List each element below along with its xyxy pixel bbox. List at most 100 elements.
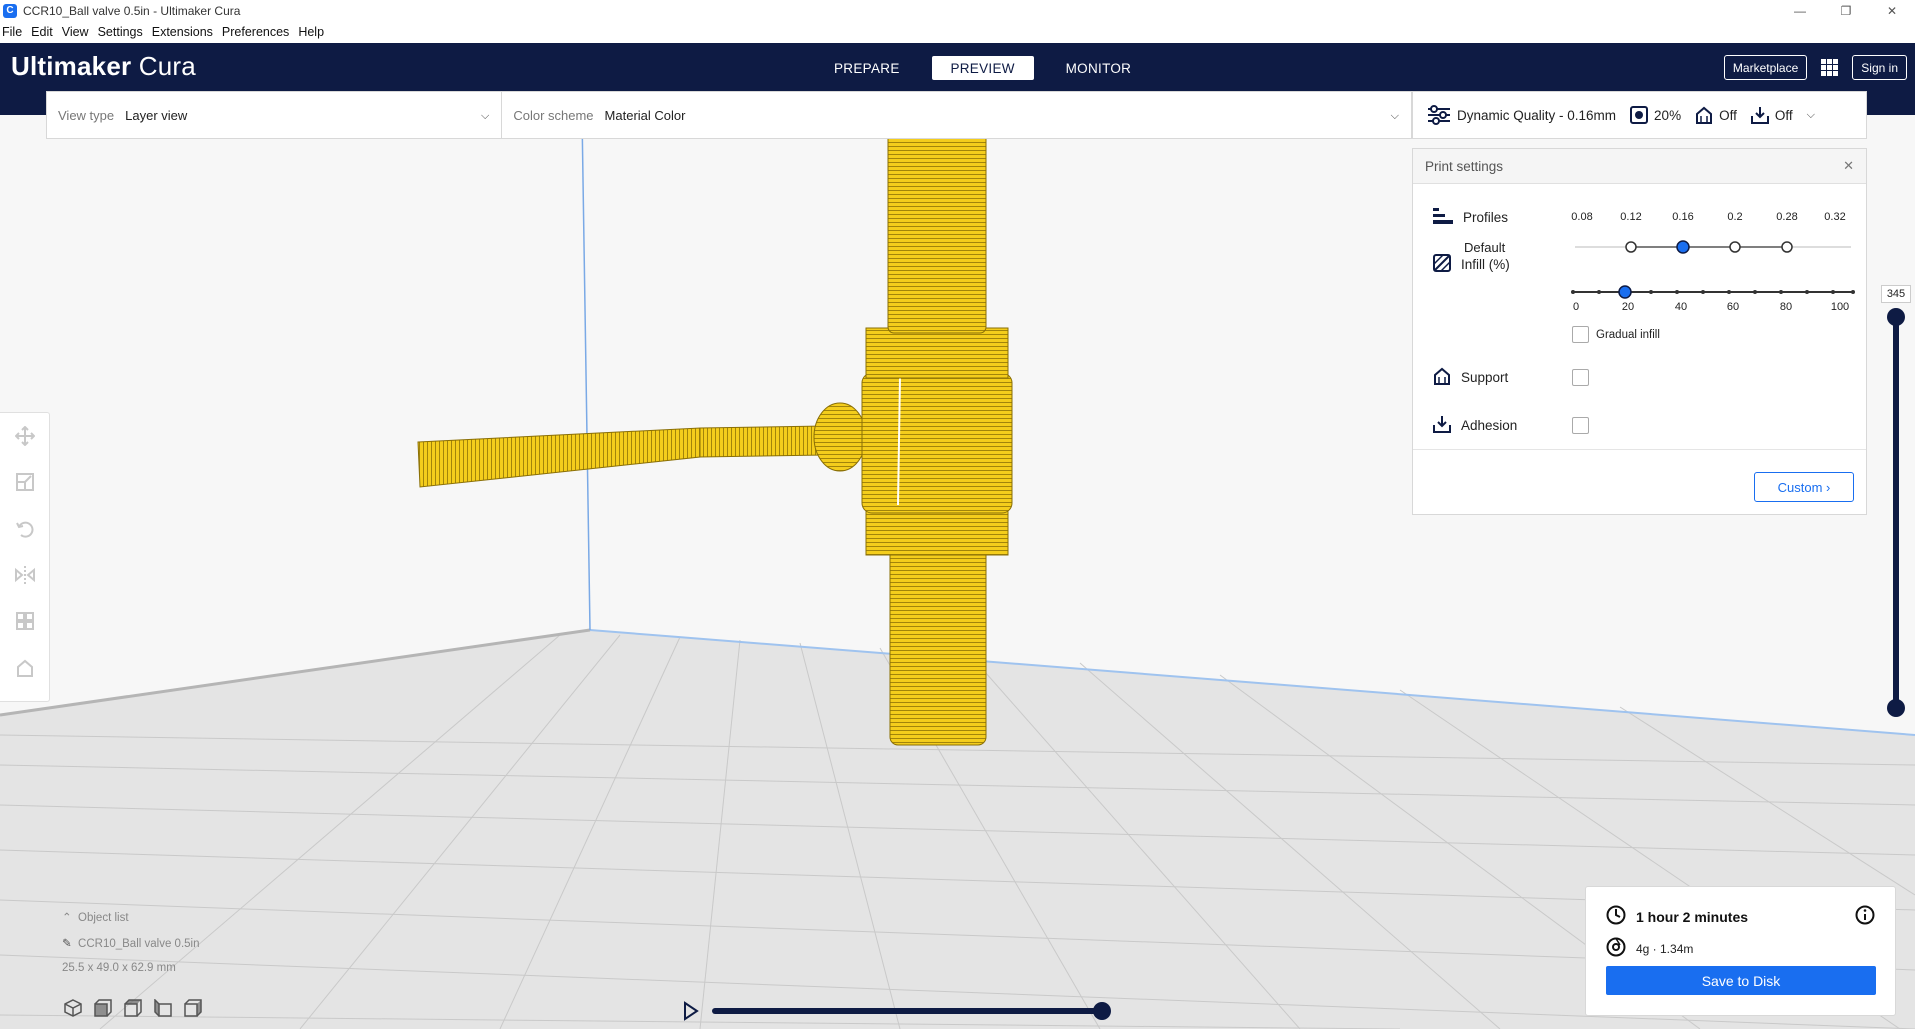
- stage-tabs: PREPARE PREVIEW MONITOR: [810, 56, 1155, 80]
- close-icon[interactable]: ✕: [1843, 158, 1854, 174]
- layer-slider-track[interactable]: [1893, 316, 1899, 708]
- adhesion-icon: [1433, 415, 1451, 436]
- job-specs-panel: 1 hour 2 minutes 4g · 1.34m Save to Disk: [1585, 886, 1896, 1016]
- infill-value: 20%: [1654, 107, 1682, 123]
- path-slider-track[interactable]: [712, 1008, 1104, 1014]
- info-icon[interactable]: [1855, 905, 1875, 928]
- profile-tick-0.12: 0.12: [1620, 211, 1642, 223]
- profile-tick-0.16: 0.16: [1672, 211, 1694, 223]
- infill-icon: [1433, 254, 1451, 275]
- object-list: ⌃ Object list ✎ CCR10_Ball valve 0.5in 2…: [62, 910, 199, 986]
- view-type-dropdown[interactable]: View type Layer view ⌵: [47, 92, 503, 138]
- front-view-icon[interactable]: [92, 998, 114, 1018]
- menu-edit[interactable]: Edit: [31, 25, 53, 39]
- support-value: Off: [1719, 107, 1737, 123]
- object-list-header[interactable]: ⌃ Object list: [62, 910, 199, 924]
- mirror-icon[interactable]: [11, 562, 39, 588]
- tool-panel: [0, 412, 50, 702]
- support-checkbox[interactable]: [1572, 369, 1589, 386]
- window-title: CCR10_Ball valve 0.5in - Ultimaker Cura: [23, 3, 241, 18]
- camera-view-buttons: [62, 998, 212, 1018]
- top-view-icon[interactable]: [122, 998, 144, 1018]
- adhesion-value: Off: [1774, 107, 1793, 123]
- menu-file[interactable]: File: [2, 25, 22, 39]
- support-blocker-icon[interactable]: [11, 655, 39, 681]
- print-settings-title: Print settings: [1425, 158, 1504, 174]
- print-time: 1 hour 2 minutes: [1636, 908, 1749, 925]
- sliders-icon: [1427, 105, 1451, 125]
- menu-view[interactable]: View: [62, 25, 89, 39]
- infill-tick-80: 80: [1779, 301, 1793, 313]
- marketplace-button[interactable]: Marketplace: [1723, 55, 1808, 80]
- material-usage: 4g · 1.34m: [1636, 941, 1694, 956]
- right-view-icon[interactable]: [182, 998, 204, 1018]
- color-scheme-value: Material Color: [604, 107, 686, 123]
- profile-tick-0.2: 0.2: [1727, 211, 1743, 223]
- support-label: Support: [1461, 370, 1509, 385]
- view-options-bar: View type Layer view ⌵ Color scheme Mate…: [46, 91, 1412, 139]
- play-icon[interactable]: [682, 1001, 700, 1024]
- close-window-icon[interactable]: ✕: [1869, 0, 1915, 21]
- view-type-label: View type: [58, 107, 115, 123]
- ultimaker-cura-logo: Ultimaker Cura: [11, 51, 196, 81]
- menu-settings[interactable]: Settings: [98, 25, 143, 39]
- infill-label: Infill (%): [1461, 257, 1510, 272]
- menu-help[interactable]: Help: [298, 25, 324, 39]
- menu-bar: File Edit View Settings Extensions Prefe…: [0, 21, 1915, 43]
- infill-tick-60: 60: [1726, 301, 1740, 313]
- profile-tick-0.28: 0.28: [1776, 211, 1798, 223]
- title-bar: C CCR10_Ball valve 0.5in - Ultimaker Cur…: [0, 0, 1915, 21]
- gradual-infill-checkbox[interactable]: [1572, 326, 1589, 343]
- chevron-down-icon: ⌵: [481, 110, 490, 122]
- support-icon: [1433, 367, 1451, 388]
- color-scheme-dropdown[interactable]: Color scheme Material Color ⌵: [502, 92, 1411, 138]
- infill-slider[interactable]: [1571, 285, 1855, 299]
- profile-name: Dynamic Quality - 0.16mm: [1457, 107, 1617, 123]
- profile-tick-0.08: 0.08: [1571, 211, 1593, 223]
- adhesion-icon: [1750, 106, 1769, 124]
- 3d-view-icon[interactable]: [62, 998, 84, 1018]
- chevron-down-icon: ⌵: [1806, 108, 1815, 121]
- rotate-icon[interactable]: [11, 516, 39, 542]
- color-scheme-label: Color scheme: [513, 107, 594, 123]
- layer-number-input[interactable]: 345: [1881, 285, 1911, 303]
- save-to-disk-button[interactable]: Save to Disk: [1606, 966, 1876, 995]
- menu-extensions[interactable]: Extensions: [152, 25, 213, 39]
- adhesion-checkbox[interactable]: [1572, 417, 1589, 434]
- chevron-right-icon: ›: [1826, 479, 1831, 495]
- custom-button[interactable]: Custom ›: [1754, 472, 1854, 502]
- scale-icon[interactable]: [11, 469, 39, 495]
- clock-icon: [1606, 905, 1626, 928]
- layer-slider-bottom-handle[interactable]: [1887, 699, 1905, 717]
- window-controls: — ❐ ✕: [1777, 0, 1915, 21]
- minimize-icon[interactable]: —: [1777, 0, 1823, 21]
- path-slider-handle[interactable]: [1093, 1002, 1111, 1020]
- sign-in-button[interactable]: Sign in: [1852, 55, 1907, 80]
- tab-prepare[interactable]: PREPARE: [810, 56, 924, 80]
- print-settings-panel: Print settings ✕ Profiles 0.08 0.12 0.16…: [1412, 148, 1867, 515]
- left-view-icon[interactable]: [152, 998, 174, 1018]
- tab-monitor[interactable]: MONITOR: [1042, 56, 1156, 80]
- pencil-icon: ✎: [62, 938, 72, 950]
- object-dimensions: 25.5 x 49.0 x 62.9 mm: [62, 962, 176, 974]
- object-list-item[interactable]: ✎ CCR10_Ball valve 0.5in: [62, 936, 199, 950]
- per-model-settings-icon[interactable]: [11, 608, 39, 634]
- layer-slider-top-handle[interactable]: [1887, 308, 1905, 326]
- print-setup-selector[interactable]: Dynamic Quality - 0.16mm 20% Off Off ⌵: [1412, 91, 1867, 139]
- spool-icon: [1606, 937, 1626, 960]
- default-label: Default: [1464, 240, 1506, 255]
- profiles-icon: [1433, 207, 1453, 228]
- tab-preview[interactable]: PREVIEW: [931, 56, 1034, 80]
- chevron-down-icon: ⌵: [1390, 110, 1399, 122]
- menu-preferences[interactable]: Preferences: [222, 25, 289, 39]
- profile-slider[interactable]: [1573, 237, 1853, 257]
- view-type-value: Layer view: [125, 107, 188, 123]
- gradual-infill-label: Gradual infill: [1596, 329, 1660, 341]
- move-icon[interactable]: [11, 423, 39, 449]
- maximize-icon[interactable]: ❐: [1823, 0, 1869, 21]
- support-icon: [1695, 106, 1713, 124]
- apps-grid-icon[interactable]: [1821, 59, 1839, 76]
- infill-tick-40: 40: [1674, 301, 1688, 313]
- chevron-up-icon: ⌃: [62, 912, 72, 924]
- infill-icon: [1630, 106, 1649, 124]
